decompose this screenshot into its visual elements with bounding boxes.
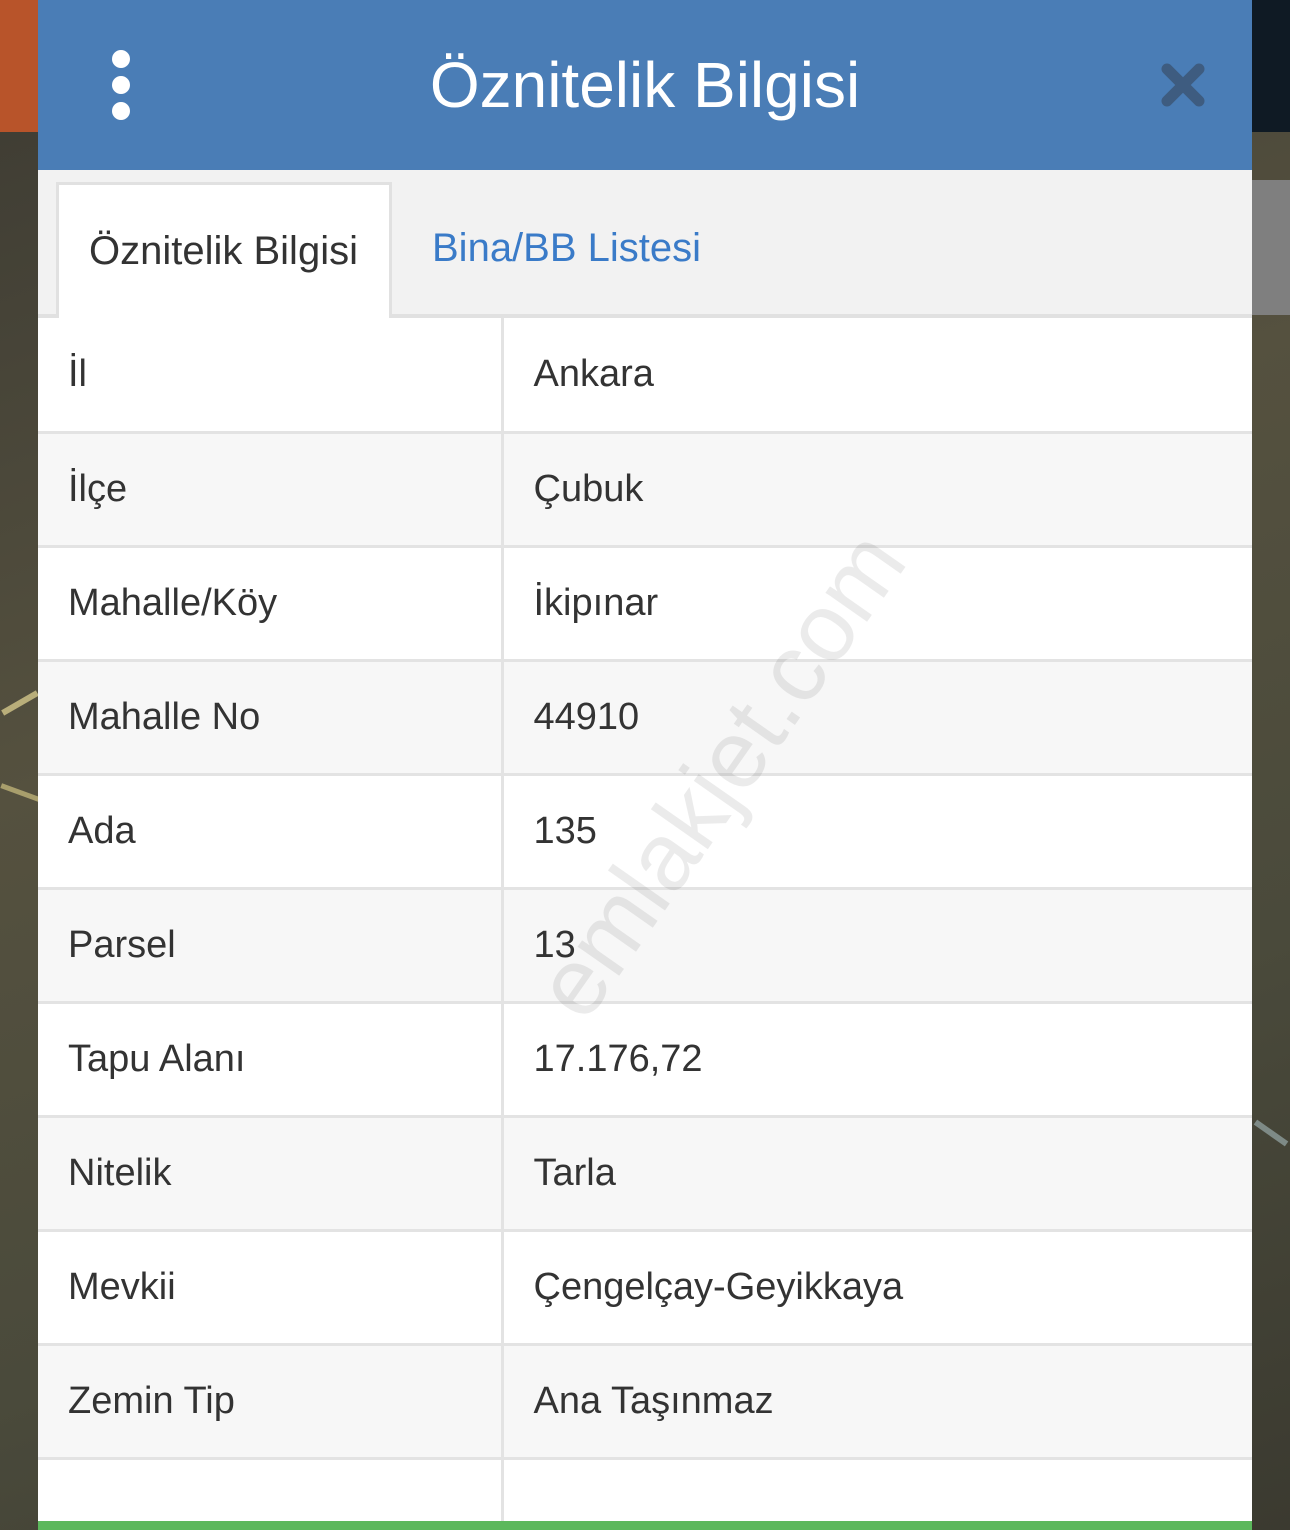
attribute-value: 135: [502, 774, 1252, 890]
table-row: Tapu Alanı 17.176,72: [38, 1002, 1252, 1118]
tab-building-list[interactable]: Bina/BB Listesi: [402, 182, 762, 318]
table-row: Parsel 13: [38, 888, 1252, 1004]
table-row: Zemin Tip Ana Taşınmaz: [38, 1344, 1252, 1460]
attribute-value: Çengelçay-Geyikkaya: [502, 1230, 1252, 1346]
table-row: Nitelik Tarla: [38, 1116, 1252, 1232]
map-edge-orange: [0, 0, 38, 132]
attribute-value: İkipınar: [502, 546, 1252, 662]
attribute-info-panel: Öznitelik Bilgisi Öznitelik Bilgisi Bina…: [38, 0, 1252, 1530]
table-row: İl Ankara: [38, 318, 1252, 434]
map-edge-dark: [1252, 0, 1290, 132]
attribute-key: Ada: [38, 774, 504, 890]
tab-attribute-info[interactable]: Öznitelik Bilgisi: [56, 182, 392, 318]
attribute-key: Tapu Alanı: [38, 1002, 504, 1118]
table-row: Mahalle No 44910: [38, 660, 1252, 776]
map-parcel-line: [1, 690, 39, 716]
tab-bar: Öznitelik Bilgisi Bina/BB Listesi: [38, 170, 1252, 318]
more-vertical-icon[interactable]: [98, 45, 144, 125]
map-edge-grey: [1252, 180, 1290, 315]
table-row: [38, 1458, 1252, 1530]
attribute-key: Mahalle/Köy: [38, 546, 504, 662]
attribute-key: Nitelik: [38, 1116, 504, 1232]
attribute-key: İl: [38, 318, 504, 434]
panel-title: Öznitelik Bilgisi: [429, 49, 861, 121]
attribute-key: Mahalle No: [38, 660, 504, 776]
attribute-key: Zemin Tip: [38, 1344, 504, 1460]
attribute-value: 13: [502, 888, 1252, 1004]
table-row: Mevkii Çengelçay-Geyikkaya: [38, 1230, 1252, 1346]
attribute-value: Tarla: [502, 1116, 1252, 1232]
map-parcel-line: [0, 783, 40, 802]
attribute-value: Ankara: [502, 318, 1252, 434]
attribute-value: Ana Taşınmaz: [502, 1344, 1252, 1460]
attribute-value: 44910: [502, 660, 1252, 776]
attribute-key: [38, 1458, 504, 1530]
attribute-table: İl Ankara İlçe Çubuk Mahalle/Köy İkipınar Maha…: [38, 318, 1252, 1530]
table-row: Mahalle/Köy İkipınar: [38, 546, 1252, 662]
attribute-key: Parsel: [38, 888, 504, 1004]
attribute-value: [502, 1458, 1252, 1530]
attribute-value: Çubuk: [502, 432, 1252, 548]
table-row: Ada 135: [38, 774, 1252, 890]
attribute-key: Mevkii: [38, 1230, 504, 1346]
close-icon[interactable]: [1148, 50, 1218, 120]
panel-header: Öznitelik Bilgisi: [38, 0, 1252, 170]
map-parcel-line: [1253, 1119, 1289, 1147]
attribute-value: 17.176,72: [502, 1002, 1252, 1118]
bottom-accent-bar: [38, 1521, 1252, 1530]
attribute-key: İlçe: [38, 432, 504, 548]
table-row: İlçe Çubuk: [38, 432, 1252, 548]
